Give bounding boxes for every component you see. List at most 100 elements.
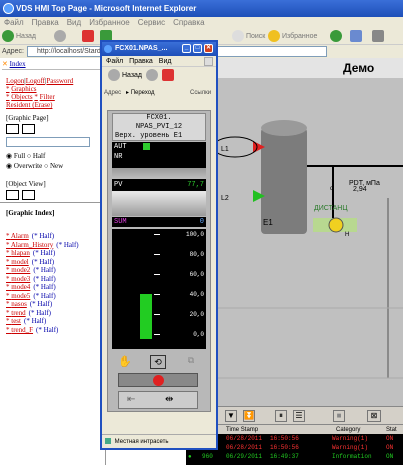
back-button[interactable]: Назад [2, 30, 36, 43]
down-icon[interactable]: ▼ [225, 410, 237, 422]
alarm-id: 960 [202, 453, 213, 460]
process-graphic-frame: Демо L1 L2 E1 PDT, мПа 2,94 ДИСТАНЦ H c … [213, 58, 403, 465]
logon-link[interactable]: Logon [6, 77, 24, 85]
index-half-link-2[interactable]: (* Half) [33, 249, 55, 257]
graphic-page-input[interactable] [6, 137, 90, 147]
overwrite-radio[interactable]: ◉ [6, 162, 12, 170]
pv-label: PV [114, 181, 123, 189]
print-button[interactable] [372, 30, 384, 43]
index-half-link-11[interactable]: (* Half) [36, 326, 58, 334]
popup-menu-file[interactable]: Файл [106, 58, 123, 65]
external-icon[interactable]: ⧉ [184, 355, 198, 369]
faceplate-popup-window[interactable]: FCX01.NPAS_... _ □ ✕ Файл Правка Вид Наз… [100, 40, 218, 450]
index-half-link-7[interactable]: (* Half) [33, 292, 55, 300]
index-link-9[interactable]: trend [11, 309, 25, 317]
acknowledge-icon[interactable]: ⊠ [367, 410, 381, 422]
half-radio[interactable]: ○ [27, 152, 31, 160]
popup-forward-icon[interactable] [145, 69, 158, 82]
index-half-link-4[interactable]: (* Half) [33, 266, 55, 274]
hand-icon[interactable]: ✋ [118, 355, 132, 369]
graphics-link[interactable]: Graphics [11, 85, 36, 93]
double-down-icon[interactable]: ⏬ [243, 410, 255, 422]
popup-titlebar[interactable]: FCX01.NPAS_... _ □ ✕ [102, 42, 216, 56]
level-bar [140, 294, 152, 339]
popup-menu-view[interactable]: Вид [159, 58, 172, 65]
scale-tick [154, 234, 160, 235]
index-half-link-5[interactable]: (* Half) [33, 275, 55, 283]
logoff-link[interactable]: Logoff [26, 77, 45, 85]
alarm-status: ON [386, 435, 394, 442]
new-label: New [49, 162, 64, 170]
new-radio[interactable]: ○ [44, 162, 48, 170]
password-link[interactable]: Password [46, 77, 73, 85]
index-link-11[interactable]: trend_F [11, 326, 33, 334]
popup-menu-edit[interactable]: Правка [129, 58, 153, 65]
search-button[interactable]: Поиск [232, 30, 265, 43]
index-half-link-10[interactable]: (* Half) [24, 317, 46, 325]
main-window-titlebar[interactable]: VDS HMI Top Page - Microsoft Internet Ex… [0, 0, 403, 17]
minimize-icon[interactable]: _ [182, 44, 191, 53]
index-half-link-0[interactable]: (* Half) [32, 232, 54, 240]
pause-icon[interactable]: ⏸ [275, 410, 287, 422]
index-link-8[interactable]: nasos [11, 300, 27, 308]
forward-button[interactable] [54, 30, 66, 43]
mail-button[interactable] [350, 30, 362, 43]
index-link-0[interactable]: Alarm [11, 232, 29, 240]
alarm-table-header: Time Stamp Category Stat [186, 424, 403, 434]
index-half-link-8[interactable]: (* Half) [30, 300, 52, 308]
menu-file[interactable]: Файл [4, 18, 24, 27]
page-view-icon[interactable] [6, 124, 19, 134]
object-open-icon[interactable] [22, 190, 35, 200]
alarm-row-2[interactable]: ● 06/28/2011 16:50:56 Warning(1) ON [186, 443, 403, 452]
favorites-button[interactable]: Избранное [268, 30, 317, 43]
maximize-icon[interactable]: □ [193, 44, 202, 53]
menu-help[interactable]: Справка [173, 18, 204, 27]
resident-link[interactable]: Resident (Erase) [6, 101, 52, 109]
alarm-date: 06/28/2011 [226, 444, 263, 451]
go-button[interactable]: ▸ Переход [126, 87, 155, 99]
index-link-5[interactable]: mode3 [11, 275, 30, 283]
index-half-link-1[interactable]: (* Half) [56, 241, 78, 249]
step-center-icon[interactable]: ⇹ [165, 394, 179, 406]
step-left-icon[interactable]: ⇤ [127, 394, 141, 406]
index-link[interactable]: Index [10, 60, 26, 68]
index-half-link-3[interactable]: (* Half) [32, 258, 54, 266]
index-link-10[interactable]: test [11, 317, 21, 325]
pump-icon[interactable] [328, 217, 344, 233]
page-open-icon[interactable] [22, 124, 35, 134]
filter-link[interactable]: Filter [40, 93, 55, 101]
stop-square-icon[interactable]: ■ [333, 410, 345, 422]
raise-lower-button[interactable] [118, 373, 198, 387]
cycle-icon[interactable]: ⟲ [150, 355, 166, 369]
index-item: * mode2 (* Half) [6, 266, 79, 275]
address-label: Адрес: [2, 48, 24, 55]
popup-links-label[interactable]: Ссылки [190, 87, 211, 99]
full-radio[interactable]: ◉ [6, 152, 12, 160]
stop-button[interactable] [82, 30, 94, 43]
index-half-link-9[interactable]: (* Half) [29, 309, 51, 317]
list-icon[interactable]: ☰ [293, 410, 305, 422]
pv-row: PV 77,7 [112, 179, 206, 191]
index-link-7[interactable]: mode5 [11, 292, 30, 300]
menu-favorites[interactable]: Избранное [89, 18, 130, 27]
alarm-row-1[interactable]: ● 06/28/2011 16:50:56 Warning(1) ON [186, 434, 403, 443]
index-link-2[interactable]: hlapan [11, 249, 30, 257]
history-button[interactable] [330, 30, 342, 43]
index-link-4[interactable]: mode2 [11, 266, 30, 274]
popup-back-icon[interactable] [108, 69, 120, 82]
menu-tools[interactable]: Сервис [138, 18, 165, 27]
popup-stop-icon[interactable] [161, 69, 174, 82]
index-link-1[interactable]: Alarm_History [11, 241, 53, 249]
close-icon[interactable]: ✕ [204, 44, 213, 53]
index-link-3[interactable]: model [11, 258, 29, 266]
objects-link[interactable]: Objects [11, 93, 32, 101]
index-link-6[interactable]: mode4 [11, 283, 30, 291]
index-item: * mode3 (* Half) [6, 275, 79, 284]
alarm-date: 06/29/2011 [226, 453, 263, 460]
graphic-page-heading: [Graphic Page] [6, 114, 49, 122]
menu-edit[interactable]: Правка [32, 18, 59, 27]
menu-view[interactable]: Вид [67, 18, 81, 27]
index-half-link-6[interactable]: (* Half) [33, 283, 55, 291]
object-view-icon[interactable] [6, 190, 19, 200]
alarm-row-3[interactable]: ● 960 06/29/2011 16:49:37 Information ON [186, 452, 403, 465]
